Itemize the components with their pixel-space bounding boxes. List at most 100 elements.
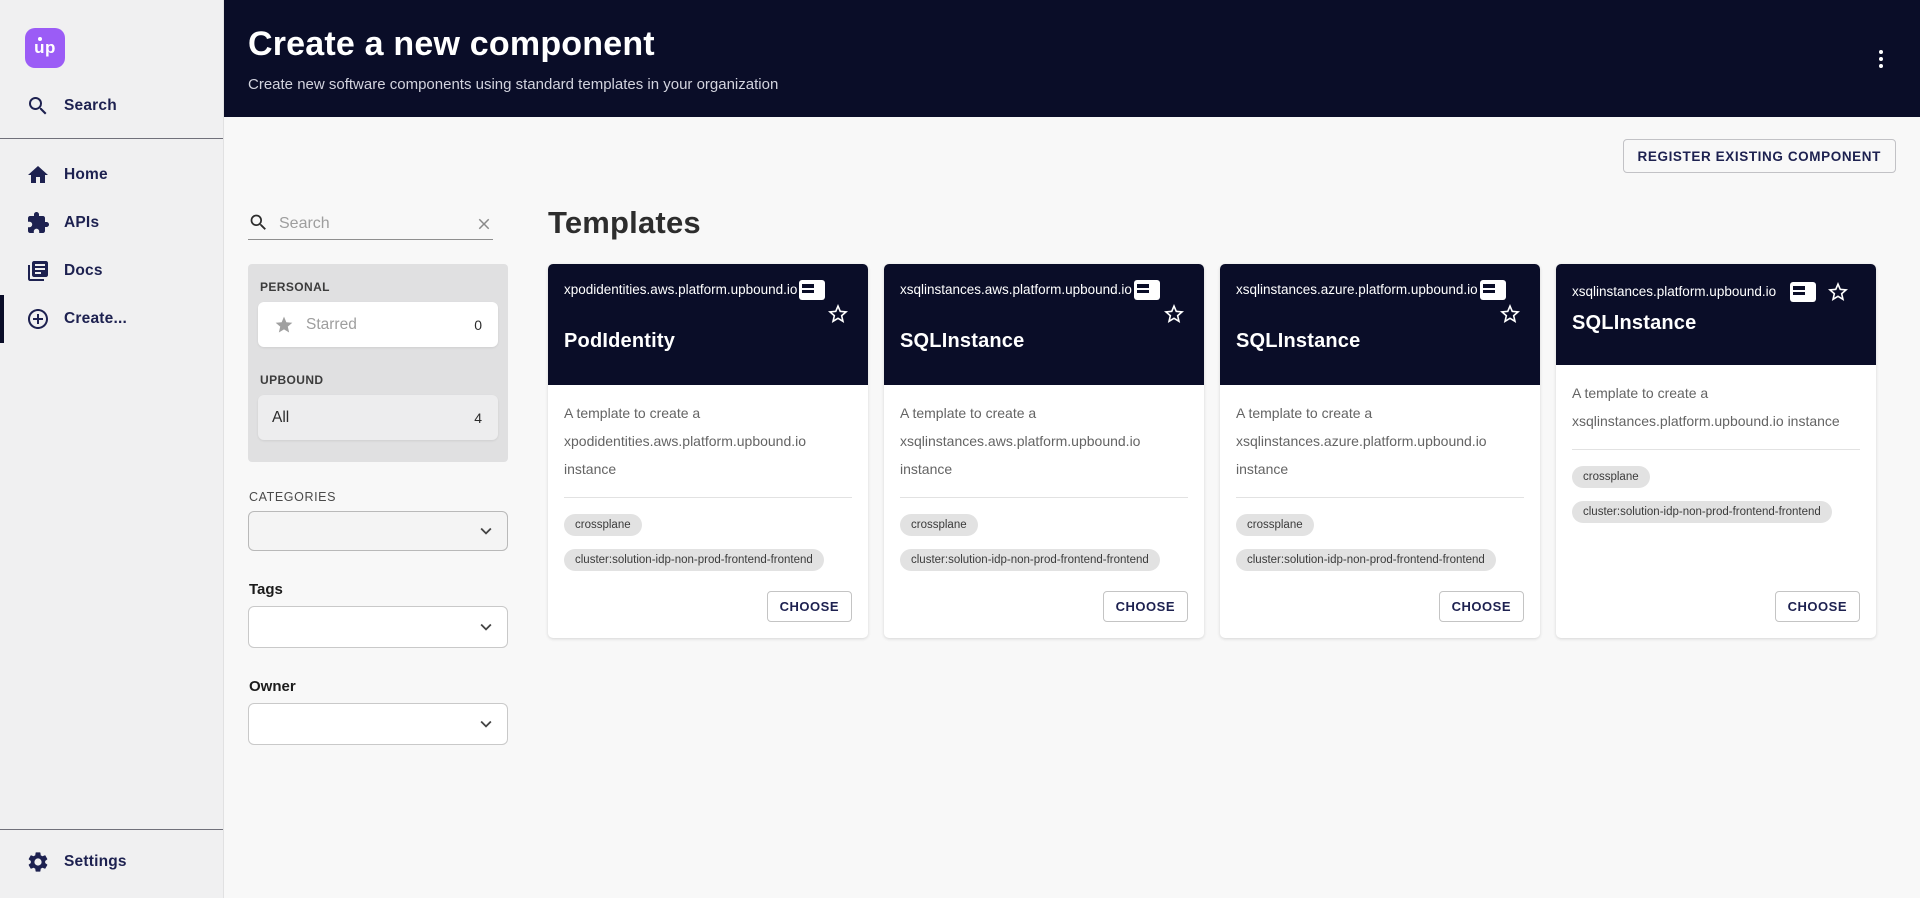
tag-pill: crossplane	[564, 514, 642, 536]
template-card-description: A template to create a xsqlinstances.aws…	[900, 399, 1188, 483]
home-icon	[26, 163, 50, 187]
filter-item-count: 0	[474, 317, 482, 333]
filter-search	[248, 197, 493, 240]
tag-list: crossplane cluster:solution-idp-non-prod-…	[564, 514, 852, 584]
sidebar-item-label: Create...	[64, 310, 127, 328]
filter-panel: PERSONAL Starred0 UPBOUND All4 CATEGORIES T…	[248, 197, 508, 745]
card-divider	[1236, 497, 1524, 498]
template-card-title: SQLInstance	[900, 330, 1188, 353]
template-card-description: A template to create a xsqlinstances.pla…	[1572, 379, 1860, 435]
template-card-title: PodIdentity	[564, 330, 852, 353]
tag-pill: cluster:solution-idp-non-prod-frontend-f…	[1572, 501, 1832, 523]
docs-icon	[26, 259, 50, 283]
categories-select[interactable]	[248, 511, 508, 551]
star-outline-icon[interactable]	[1162, 302, 1186, 326]
template-type-icon	[799, 280, 825, 300]
sidebar-item-apis[interactable]: APIs	[0, 199, 223, 247]
close-icon[interactable]	[475, 215, 493, 233]
sidebar-spacer	[0, 343, 223, 821]
template-card-body: A template to create a xpodidentities.aw…	[548, 385, 868, 638]
template-card-header: xsqlinstances.azure.platform.upbound.ioS…	[1220, 264, 1540, 385]
card-divider	[1572, 449, 1860, 450]
template-card-name: xpodidentities.aws.platform.upbound.io	[564, 280, 797, 300]
sidebar-item-label: Settings	[64, 853, 127, 871]
template-card-header: xpodidentities.aws.platform.upbound.io Po…	[548, 264, 868, 385]
star-outline-icon[interactable]	[826, 302, 850, 326]
card-divider	[564, 497, 852, 498]
filter-group-label: UPBOUND	[260, 373, 498, 387]
sidebar-item-docs[interactable]: Docs	[0, 247, 223, 295]
chevron-down-icon	[475, 713, 497, 735]
sidebar-divider	[0, 138, 223, 139]
filter-item-count: 4	[474, 410, 482, 426]
categories-label: CATEGORIES	[249, 490, 508, 504]
sidebar-item-create[interactable]: Create...	[0, 295, 223, 343]
template-card-description: A template to create a xsqlinstances.azu…	[1236, 399, 1524, 483]
apis-icon	[26, 211, 50, 235]
templates-heading: Templates	[548, 201, 1896, 245]
tag-pill: crossplane	[900, 514, 978, 536]
choose-button[interactable]: CHOOSE	[767, 591, 852, 622]
tag-pill: cluster:solution-idp-non-prod-frontend-f…	[1236, 549, 1496, 571]
tags-label: Tags	[249, 581, 508, 598]
owner-label: Owner	[249, 678, 508, 695]
tag-list: crossplane cluster:solution-idp-non-prod-…	[1236, 514, 1524, 584]
gear-icon	[26, 850, 50, 874]
filter-group-label: PERSONAL	[260, 280, 498, 294]
template-type-icon	[1790, 282, 1816, 302]
tag-pill: cluster:solution-idp-non-prod-frontend-f…	[564, 549, 824, 571]
template-card-body: A template to create a xsqlinstances.aws…	[884, 385, 1204, 638]
star-outline-icon[interactable]	[1498, 302, 1522, 326]
template-card-body: A template to create a xsqlinstances.pla…	[1556, 365, 1876, 638]
kebab-menu-icon[interactable]	[1868, 44, 1894, 74]
sidebar: up Search HomeAPIsDocsCreate... Settings	[0, 0, 224, 898]
filter-groups: PERSONAL Starred0 UPBOUND All4	[248, 264, 508, 462]
search-icon	[26, 94, 50, 118]
template-card-name: xsqlinstances.azure.platform.upbound.io	[1236, 280, 1478, 300]
template-card: xsqlinstances.platform.upbound.ioSQLInst…	[1556, 264, 1876, 638]
page-header: Create a new component Create new softwa…	[224, 0, 1920, 117]
sidebar-item-label: Search	[64, 97, 117, 115]
template-card-header: xsqlinstances.platform.upbound.ioSQLInst…	[1556, 264, 1876, 365]
search-icon	[248, 212, 269, 233]
sidebar-nav: Home APIs Docs Create...	[0, 147, 223, 343]
choose-button[interactable]: CHOOSE	[1775, 591, 1860, 622]
content: REGISTER EXISTING COMPONENT PERSONAL Star…	[224, 117, 1920, 898]
filter-item-all[interactable]: All4	[258, 395, 498, 440]
tag-list: crossplane cluster:solution-idp-non-prod-…	[1572, 466, 1860, 536]
sidebar-item-label: Docs	[64, 262, 103, 280]
sidebar-item-home[interactable]: Home	[0, 151, 223, 199]
template-card-title: SQLInstance	[1572, 312, 1860, 335]
template-card-body: A template to create a xsqlinstances.azu…	[1220, 385, 1540, 638]
tag-pill: crossplane	[1236, 514, 1314, 536]
tags-select[interactable]	[248, 606, 508, 648]
star-icon	[274, 315, 294, 335]
template-card: xpodidentities.aws.platform.upbound.io Po…	[548, 264, 868, 638]
tag-pill: crossplane	[1572, 466, 1650, 488]
tag-list: crossplane cluster:solution-idp-non-prod-…	[900, 514, 1188, 584]
sidebar-item-label: Home	[64, 166, 108, 184]
star-outline-icon[interactable]	[1826, 280, 1850, 304]
page-subtitle: Create new software components using sta…	[248, 76, 1920, 93]
owner-select[interactable]	[248, 703, 508, 745]
template-card: xsqlinstances.azure.platform.upbound.ioS…	[1220, 264, 1540, 638]
sidebar-item-settings[interactable]: Settings	[0, 838, 223, 886]
tag-pill: cluster:solution-idp-non-prod-frontend-f…	[900, 549, 1160, 571]
filter-item-label: Starred	[306, 316, 474, 334]
template-type-icon	[1480, 280, 1506, 300]
template-card-name: xsqlinstances.aws.platform.upbound.io	[900, 280, 1132, 300]
sidebar-item-search[interactable]: Search	[0, 82, 223, 130]
register-existing-component-button[interactable]: REGISTER EXISTING COMPONENT	[1623, 139, 1896, 173]
template-type-icon	[1134, 280, 1160, 300]
sidebar-item-label: APIs	[64, 214, 99, 232]
filter-search-input[interactable]	[279, 215, 467, 233]
chevron-down-icon	[475, 616, 497, 638]
filter-item-starred[interactable]: Starred0	[258, 302, 498, 347]
main-area: Create a new component Create new softwa…	[224, 0, 1920, 898]
choose-button[interactable]: CHOOSE	[1439, 591, 1524, 622]
card-divider	[900, 497, 1188, 498]
choose-button[interactable]: CHOOSE	[1103, 591, 1188, 622]
templates-section: Templates xpodidentities.aws.platform.up…	[548, 197, 1896, 745]
filter-item-label: All	[272, 409, 474, 427]
template-card-header: xsqlinstances.aws.platform.upbound.io SQL…	[884, 264, 1204, 385]
